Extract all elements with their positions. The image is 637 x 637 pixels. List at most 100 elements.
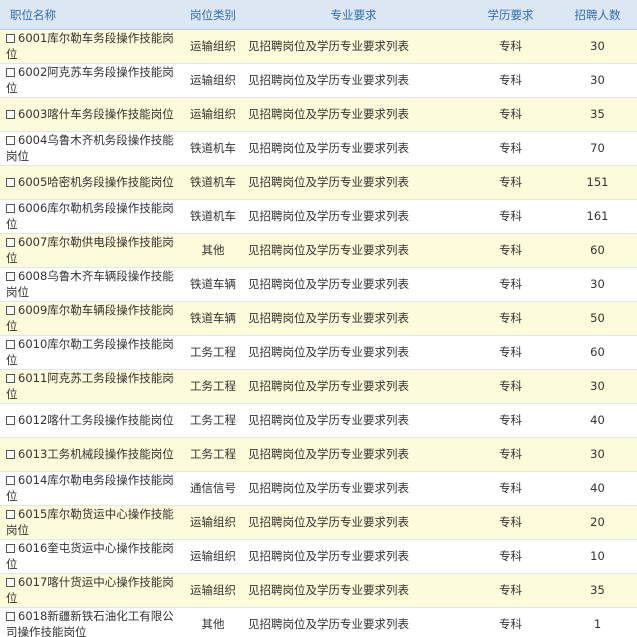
select-checkbox[interactable] — [6, 578, 15, 587]
position-name-cell: 6016奎屯货运中心操作技能岗位 — [0, 539, 182, 574]
position-name-cell: 6003喀什车务段操作技能岗位 — [0, 97, 182, 132]
position-name-wrap: 6012喀什工务段操作技能岗位 — [6, 412, 180, 428]
position-name-wrap: 6007库尔勒供电段操作技能岗位 — [6, 234, 180, 266]
position-name-cell: 6015库尔勒货运中心操作技能岗位 — [0, 505, 182, 540]
position-name: 6003喀什车务段操作技能岗位 — [18, 107, 174, 121]
position-name-wrap: 6018新疆新铁石油化工有限公司操作技能岗位 — [6, 608, 180, 637]
education-cell: 专科 — [463, 471, 558, 506]
recruit-count-cell: 35 — [558, 573, 637, 608]
select-checkbox[interactable] — [6, 510, 15, 519]
category-cell: 运输组织 — [182, 63, 244, 98]
category-cell: 工务工程 — [182, 335, 244, 370]
select-checkbox[interactable] — [6, 416, 15, 425]
table-row: 6008乌鲁木齐车辆段操作技能岗位 铁道车辆 见招聘岗位及学历专业要求列表 专科… — [0, 267, 637, 302]
category-cell: 运输组织 — [182, 29, 244, 64]
category-cell: 运输组织 — [182, 539, 244, 574]
major-requirement-cell: 见招聘岗位及学历专业要求列表 — [244, 437, 463, 472]
recruit-count-cell: 40 — [558, 471, 637, 506]
position-name: 6008乌鲁木齐车辆段操作技能岗位 — [6, 269, 174, 299]
select-checkbox[interactable] — [6, 306, 15, 315]
position-name-cell: 6002阿克苏车务段操作技能岗位 — [0, 63, 182, 98]
position-name: 6001库尔勒车务段操作技能岗位 — [6, 31, 174, 61]
select-checkbox[interactable] — [6, 272, 15, 281]
major-requirement-cell: 见招聘岗位及学历专业要求列表 — [244, 301, 463, 336]
position-name-cell: 6012喀什工务段操作技能岗位 — [0, 403, 182, 438]
education-cell: 专科 — [463, 301, 558, 336]
select-checkbox[interactable] — [6, 178, 15, 187]
category-cell: 运输组织 — [182, 573, 244, 608]
major-requirement-cell: 见招聘岗位及学历专业要求列表 — [244, 131, 463, 166]
select-checkbox[interactable] — [6, 110, 15, 119]
select-checkbox[interactable] — [6, 204, 15, 213]
category-cell: 运输组织 — [182, 505, 244, 540]
education-cell: 专科 — [463, 199, 558, 234]
recruit-count-cell: 30 — [558, 63, 637, 98]
position-name-wrap: 6001库尔勒车务段操作技能岗位 — [6, 30, 180, 62]
education-cell: 专科 — [463, 335, 558, 370]
position-name-cell: 6006库尔勒机务段操作技能岗位 — [0, 199, 182, 234]
category-cell: 通信信号 — [182, 471, 244, 506]
education-cell: 专科 — [463, 505, 558, 540]
education-cell: 专科 — [463, 233, 558, 268]
position-name: 6007库尔勒供电段操作技能岗位 — [6, 235, 174, 265]
category-cell: 运输组织 — [182, 97, 244, 132]
select-checkbox[interactable] — [6, 544, 15, 553]
recruit-count-cell: 40 — [558, 403, 637, 438]
category-cell: 铁道机车 — [182, 199, 244, 234]
recruit-count-cell: 1 — [558, 607, 637, 637]
header-major-requirement: 专业要求 — [244, 0, 463, 30]
recruit-count-cell: 10 — [558, 539, 637, 574]
position-name: 6015库尔勒货运中心操作技能岗位 — [6, 507, 174, 537]
table-row: 6011阿克苏工务段操作技能岗位 工务工程 见招聘岗位及学历专业要求列表 专科 … — [0, 369, 637, 404]
major-requirement-cell: 见招聘岗位及学历专业要求列表 — [244, 607, 463, 637]
major-requirement-cell: 见招聘岗位及学历专业要求列表 — [244, 199, 463, 234]
table-row: 6010库尔勒工务段操作技能岗位 工务工程 见招聘岗位及学历专业要求列表 专科 … — [0, 335, 637, 370]
header-position-name: 职位名称 — [0, 0, 182, 30]
education-cell: 专科 — [463, 165, 558, 200]
table-row: 6013工务机械段操作技能岗位 工务工程 见招聘岗位及学历专业要求列表 专科 3… — [0, 437, 637, 472]
recruit-count-cell: 30 — [558, 437, 637, 472]
table-body: 6001库尔勒车务段操作技能岗位 运输组织 见招聘岗位及学历专业要求列表 专科 … — [0, 29, 637, 637]
header-education-requirement: 学历要求 — [463, 0, 558, 30]
major-requirement-cell: 见招聘岗位及学历专业要求列表 — [244, 335, 463, 370]
recruit-count-cell: 30 — [558, 29, 637, 64]
education-cell: 专科 — [463, 539, 558, 574]
position-name: 6012喀什工务段操作技能岗位 — [18, 413, 174, 427]
select-checkbox[interactable] — [6, 34, 15, 43]
recruit-count-cell: 161 — [558, 199, 637, 234]
select-checkbox[interactable] — [6, 612, 15, 621]
select-checkbox[interactable] — [6, 450, 15, 459]
major-requirement-cell: 见招聘岗位及学历专业要求列表 — [244, 97, 463, 132]
table-row: 6006库尔勒机务段操作技能岗位 铁道机车 见招聘岗位及学历专业要求列表 专科 … — [0, 199, 637, 234]
position-name-wrap: 6005哈密机务段操作技能岗位 — [6, 174, 180, 190]
table-row: 6004乌鲁木齐机务段操作技能岗位 铁道机车 见招聘岗位及学历专业要求列表 专科… — [0, 131, 637, 166]
select-checkbox[interactable] — [6, 374, 15, 383]
category-cell: 工务工程 — [182, 369, 244, 404]
position-name: 6006库尔勒机务段操作技能岗位 — [6, 201, 174, 231]
position-name-wrap: 6006库尔勒机务段操作技能岗位 — [6, 200, 180, 232]
category-cell: 其他 — [182, 233, 244, 268]
select-checkbox[interactable] — [6, 238, 15, 247]
select-checkbox[interactable] — [6, 340, 15, 349]
education-cell: 专科 — [463, 437, 558, 472]
table-row: 6001库尔勒车务段操作技能岗位 运输组织 见招聘岗位及学历专业要求列表 专科 … — [0, 29, 637, 64]
position-name-wrap: 6015库尔勒货运中心操作技能岗位 — [6, 506, 180, 538]
table-row: 6002阿克苏车务段操作技能岗位 运输组织 见招聘岗位及学历专业要求列表 专科 … — [0, 63, 637, 98]
position-name-cell: 6014库尔勒电务段操作技能岗位 — [0, 471, 182, 506]
position-name: 6018新疆新铁石油化工有限公司操作技能岗位 — [6, 609, 174, 637]
table-header-row: 职位名称 岗位类别 专业要求 学历要求 招聘人数 — [0, 0, 637, 30]
position-name-wrap: 6002阿克苏车务段操作技能岗位 — [6, 64, 180, 96]
education-cell: 专科 — [463, 29, 558, 64]
select-checkbox[interactable] — [6, 136, 15, 145]
major-requirement-cell: 见招聘岗位及学历专业要求列表 — [244, 267, 463, 302]
recruit-count-cell: 70 — [558, 131, 637, 166]
position-name-wrap: 6010库尔勒工务段操作技能岗位 — [6, 336, 180, 368]
table-row: 6015库尔勒货运中心操作技能岗位 运输组织 见招聘岗位及学历专业要求列表 专科… — [0, 505, 637, 540]
select-checkbox[interactable] — [6, 476, 15, 485]
major-requirement-cell: 见招聘岗位及学历专业要求列表 — [244, 471, 463, 506]
recruit-count-cell: 20 — [558, 505, 637, 540]
position-name-cell: 6004乌鲁木齐机务段操作技能岗位 — [0, 131, 182, 166]
major-requirement-cell: 见招聘岗位及学历专业要求列表 — [244, 233, 463, 268]
position-name-cell: 6008乌鲁木齐车辆段操作技能岗位 — [0, 267, 182, 302]
select-checkbox[interactable] — [6, 68, 15, 77]
